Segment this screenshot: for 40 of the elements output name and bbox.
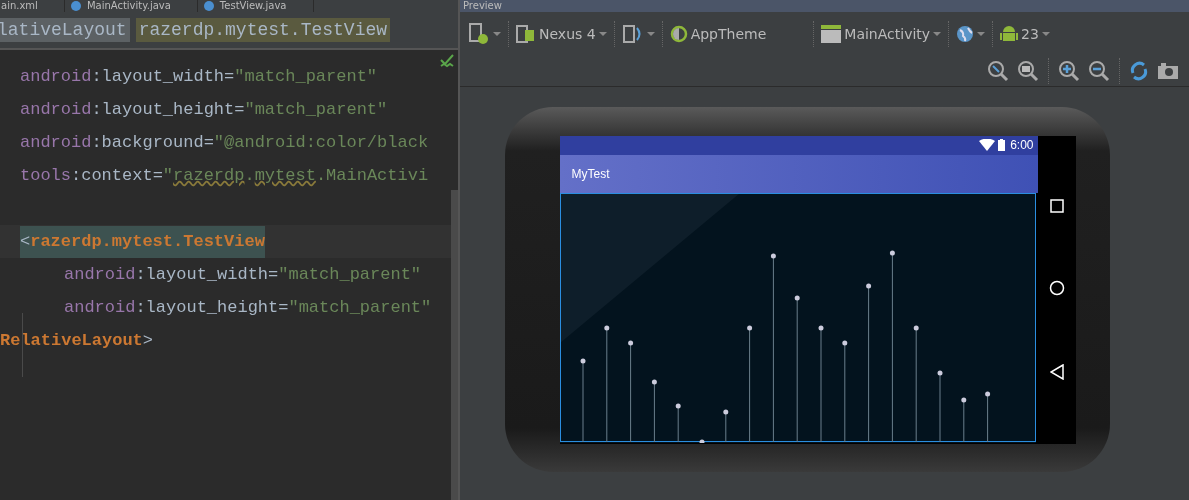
check-icon [440, 54, 454, 68]
window-icon [821, 25, 842, 43]
panel-title: Preview [463, 0, 503, 12]
android-icon [1000, 24, 1019, 44]
zoom-out-icon[interactable] [1086, 60, 1112, 82]
battery-icon [998, 139, 1006, 151]
breadcrumb[interactable]: razerdp.mytest.TestView [135, 18, 391, 42]
zoom-fit-icon[interactable] [985, 60, 1011, 82]
recents-icon[interactable] [1049, 199, 1064, 214]
code-line: android:background="@android:color/black [20, 131, 429, 154]
phone-icon [468, 23, 490, 45]
caret-icon [977, 32, 986, 36]
code-line: android:layout_width="match_parent" [20, 65, 378, 88]
wifi-icon [979, 139, 996, 151]
zoom-actual-icon[interactable] [1015, 60, 1041, 82]
status-time: 6:00 [1010, 138, 1034, 152]
home-icon[interactable] [1048, 280, 1065, 297]
caret-icon [646, 32, 655, 36]
globe-icon [956, 25, 975, 43]
zoom-in-icon[interactable] [1056, 60, 1082, 82]
code-line: tools:context="razerdp.mytest.MainActivi [20, 164, 429, 187]
code-line: android:layout_height="match_parent" [64, 296, 432, 319]
caret-icon [1041, 32, 1050, 36]
scrollbar[interactable] [451, 190, 458, 500]
code-line: android:layout_width="match_parent" [64, 263, 422, 286]
camera-icon[interactable] [1155, 62, 1181, 80]
caret-icon [933, 32, 942, 36]
theme-dropdown[interactable]: AppTheme [665, 25, 811, 43]
device-dropdown[interactable]: Nexus 4 [512, 24, 611, 44]
code-line: RelativeLayout> [0, 329, 154, 352]
caret-icon [598, 32, 607, 36]
breadcrumb[interactable]: lativeLayout [0, 18, 130, 42]
phone-icon [516, 24, 536, 44]
back-icon[interactable] [1049, 363, 1064, 380]
theme-icon [669, 25, 688, 43]
api-dropdown[interactable]: 23 [996, 24, 1054, 44]
code-line: android:layout_height="match_parent" [20, 98, 388, 121]
activity-dropdown[interactable]: MainActivity [817, 25, 946, 43]
app-title: MyTest [571, 166, 610, 181]
caret-icon [493, 32, 501, 36]
